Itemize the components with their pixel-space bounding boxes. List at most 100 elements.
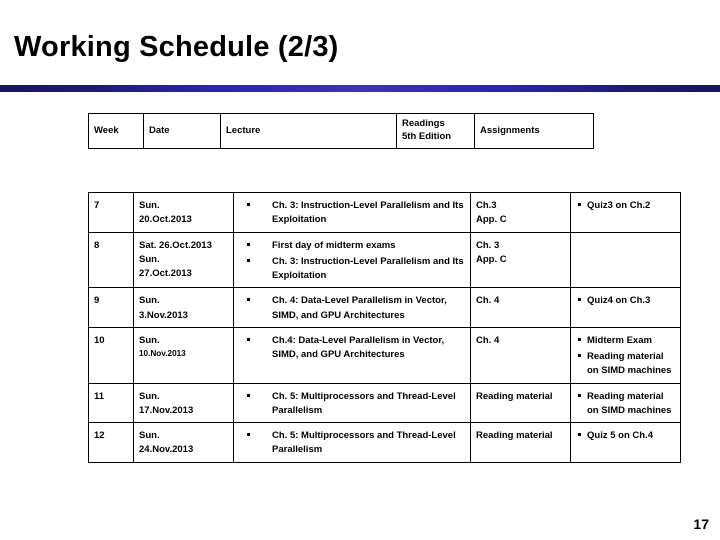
cell-date: Sun. 17.Nov.2013 <box>133 382 234 423</box>
date-line: 17.Nov.2013 <box>139 404 194 416</box>
cell-week: 8 <box>88 231 134 289</box>
square-bullet-icon <box>578 298 581 302</box>
date-line: Sun. <box>139 200 160 211</box>
cell-assignments: Reading material on SIMD machines <box>570 382 681 423</box>
date-line: Sun. <box>139 430 160 441</box>
square-bullet-icon <box>247 298 250 302</box>
date-line: 24.Nov.2013 <box>139 444 194 456</box>
lecture-list: Ch. 5: Multiprocessors and Thread-Level … <box>239 429 465 458</box>
assignment-text: Reading material on SIMD machines <box>587 390 672 416</box>
reading-line: Reading material <box>476 390 553 402</box>
date-line: 20.Oct.2013 <box>139 214 192 226</box>
lecture-item: Ch.4: Data-Level Parallelism in Vector, … <box>239 334 465 363</box>
cell-lecture: Ch. 5: Multiprocessors and Thread-Level … <box>233 382 471 423</box>
assignment-item: Reading material on SIMD machines <box>576 350 675 379</box>
date-line: Sun. <box>139 334 160 346</box>
column-header-readings: Readings 5th Edition <box>396 113 475 149</box>
table-row: 10 Sun. 10.Nov.2013 Ch.4: Data-Level Parall… <box>88 326 681 384</box>
cell-date: Sun. 10.Nov.2013 <box>133 326 234 384</box>
cell-lecture: First day of midterm exams Ch. 3: Instruc… <box>233 231 471 289</box>
lecture-text: Ch. 3: Instruction-Level Parallelism and… <box>272 200 464 226</box>
lecture-text: Ch. 4: Data-Level Parallelism in Vector,… <box>272 295 447 321</box>
lecture-item: Ch. 5: Multiprocessors and Thread-Level … <box>239 429 465 458</box>
schedule-table: 7 Sun. 20.Oct.2013 Ch. 3: Instruction-Level… <box>88 192 681 463</box>
cell-readings: Ch. 4 <box>470 326 571 384</box>
lecture-list: Ch. 4: Data-Level Parallelism in Vector,… <box>239 294 465 323</box>
reading-line: Ch. 3 <box>476 239 500 251</box>
lecture-item: Ch. 3: Instruction-Level Parallelism and… <box>239 199 465 228</box>
assignment-list: Midterm Exam Reading material on SIMD mac… <box>576 334 675 379</box>
assignment-list: Reading material on SIMD machines <box>576 390 675 419</box>
column-header-lecture: Lecture <box>220 113 397 149</box>
column-header-assignments: Assignments <box>474 113 594 149</box>
date-line: 3.Nov.2013 <box>139 309 188 321</box>
lecture-list: Ch. 3: Instruction-Level Parallelism and… <box>239 199 465 228</box>
reading-line: Ch.3 <box>476 200 497 211</box>
table-row: 7 Sun. 20.Oct.2013 Ch. 3: Instruction-Level… <box>88 192 681 233</box>
assignment-text: Quiz4 on Ch.3 <box>587 295 651 307</box>
title-divider <box>0 85 720 92</box>
table-row: 8 Sat. 26.Oct.2013 Sun. 27.Oct.2013 First da… <box>88 231 681 289</box>
cell-date: Sat. 26.Oct.2013 Sun. 27.Oct.2013 <box>133 231 234 289</box>
assignment-list: Quiz3 on Ch.2 <box>576 199 675 213</box>
table-row: 11 Sun. 17.Nov.2013 Ch. 5: Multiprocessors … <box>88 382 681 423</box>
square-bullet-icon <box>578 203 581 206</box>
date-line: 27.Oct.2013 <box>139 268 192 279</box>
cell-readings: Ch. 4 <box>470 287 571 328</box>
cell-date: Sun. 3.Nov.2013 <box>133 287 234 328</box>
assignment-list: Quiz4 on Ch.3 <box>576 294 675 308</box>
reading-line: Ch. 4 <box>476 334 500 346</box>
cell-lecture: Ch. 3: Instruction-Level Parallelism and… <box>233 192 471 233</box>
lecture-text: Ch. 5: Multiprocessors and Thread-Level … <box>272 430 456 456</box>
lecture-item: Ch. 3: Instruction-Level Parallelism and… <box>239 255 465 284</box>
assignment-text: Quiz 5 on Ch.4 <box>587 430 653 441</box>
lecture-item: Ch. 4: Data-Level Parallelism in Vector,… <box>239 294 465 323</box>
reading-line: Reading material <box>476 430 553 441</box>
cell-week: 9 <box>88 287 134 328</box>
square-bullet-icon <box>247 258 250 262</box>
cell-week: 12 <box>88 422 134 463</box>
cell-readings: Reading material <box>470 422 571 463</box>
date-line: Sat. 26.Oct.2013 <box>139 239 212 251</box>
lecture-text: Ch. 5: Multiprocessors and Thread-Level … <box>272 390 456 416</box>
schedule-table-body: 7 Sun. 20.Oct.2013 Ch. 3: Instruction-Level… <box>88 192 681 463</box>
cell-lecture: Ch.4: Data-Level Parallelism in Vector, … <box>233 326 471 384</box>
page-title: Working Schedule (2/3) <box>14 31 339 63</box>
cell-lecture: Ch. 4: Data-Level Parallelism in Vector,… <box>233 287 471 328</box>
cell-readings: Ch. 3 App. C <box>470 231 571 289</box>
cell-assignments: Quiz4 on Ch.3 <box>570 287 681 328</box>
square-bullet-icon <box>578 393 581 397</box>
square-bullet-icon <box>247 337 250 341</box>
assignment-text: Quiz3 on Ch.2 <box>587 200 651 211</box>
square-bullet-icon <box>578 433 581 436</box>
assignment-item: Quiz 5 on Ch.4 <box>576 429 675 443</box>
lecture-list: Ch.4: Data-Level Parallelism in Vector, … <box>239 334 465 363</box>
assignment-item: Reading material on SIMD machines <box>576 390 675 419</box>
assignment-text: Midterm Exam <box>587 334 652 346</box>
cell-week: 10 <box>88 326 134 384</box>
cell-week: 7 <box>88 192 134 233</box>
column-header-date: Date <box>143 113 221 149</box>
cell-date: Sun. 20.Oct.2013 <box>133 192 234 233</box>
date-line: Sun. <box>139 253 160 265</box>
date-line: Sun. <box>139 295 160 307</box>
column-header-readings-line1: Readings <box>402 118 445 130</box>
schedule-header-table: Week Date Lecture Readings 5th Edition A… <box>88 113 594 149</box>
lecture-text: First day of midterm exams <box>272 239 396 251</box>
assignment-item: Midterm Exam <box>576 334 675 348</box>
lecture-list: Ch. 5: Multiprocessors and Thread-Level … <box>239 390 465 419</box>
square-bullet-icon <box>247 433 250 436</box>
square-bullet-icon <box>247 242 250 246</box>
lecture-item: First day of midterm exams <box>239 239 465 253</box>
square-bullet-icon <box>578 354 581 357</box>
table-header-row: Week Date Lecture Readings 5th Edition A… <box>88 113 594 149</box>
table-row: 12 Sun. 24.Nov.2013 Ch. 5: Multiprocessors … <box>88 422 681 463</box>
cell-date: Sun. 24.Nov.2013 <box>133 422 234 463</box>
lecture-item: Ch. 5: Multiprocessors and Thread-Level … <box>239 390 465 419</box>
cell-readings: Ch.3 App. C <box>470 192 571 233</box>
cell-readings: Reading material <box>470 382 571 423</box>
cell-assignments: Midterm Exam Reading material on SIMD mac… <box>570 326 681 384</box>
cell-assignments <box>570 231 681 289</box>
reading-line: App. C <box>476 214 507 226</box>
date-line: 10.Nov.2013 <box>139 349 186 358</box>
